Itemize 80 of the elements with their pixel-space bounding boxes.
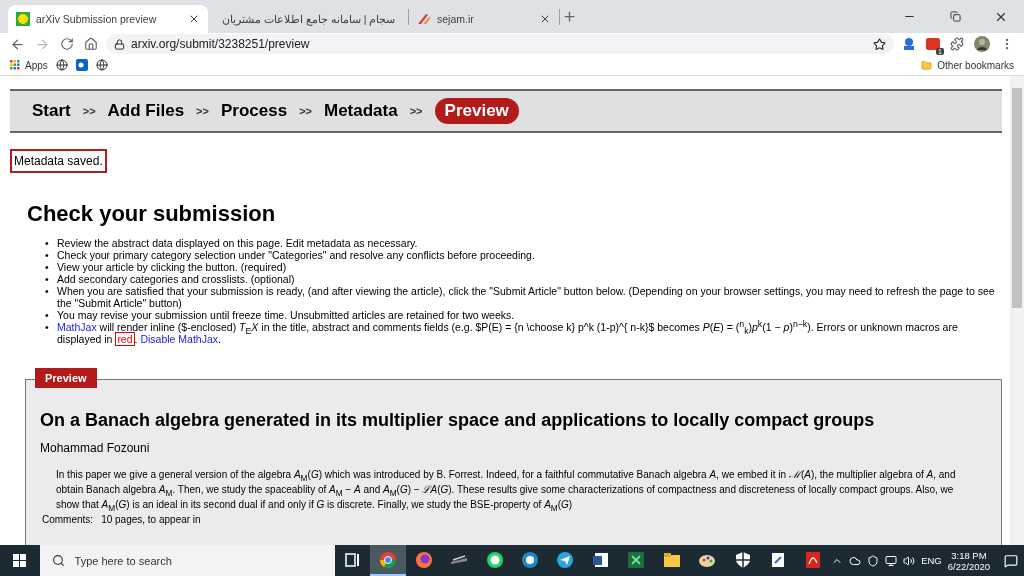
bullet: • — [45, 273, 50, 285]
bullet: • — [45, 285, 50, 299]
step-link[interactable]: Add Files — [107, 101, 185, 121]
address-bar[interactable]: arxiv.org/submit/3238251/preview — [106, 34, 894, 54]
bookmark-star-icon[interactable] — [873, 37, 886, 51]
step-separator: >> — [409, 105, 423, 117]
checklist-item: View your article by clicking the button. (required) — [57, 261, 287, 273]
step-separator: >> — [82, 105, 96, 117]
step-link[interactable]: Preview — [434, 98, 519, 124]
checklist-item: Review the abstract data displayed on this page. Edit metadata as necessary. — [57, 237, 418, 249]
checklist-item: Add secondary categories and crosslists. (optional) — [57, 273, 295, 285]
author-name: Mohammad Fozouni — [40, 441, 151, 455]
browser-icon — [379, 550, 398, 569]
checklist-item: MathJax will render inline ($-enclosed) T$_{E}$X in the title, abstract and comments fields (e.g. $P(E) = {n \choose k} p^k (1-p)^{ n-k}$ becomes P(E) = ($^{n}$$_{k}$)p$^{k}$(1 − p)$^{n−k}$). Errors or unknown macros are displayed in red . Disable MathJax. — [57, 321, 959, 345]
comments-label: Comments: — [42, 514, 94, 526]
extensions-button[interactable] — [948, 35, 966, 53]
cloud-icon[interactable] — [849, 554, 862, 567]
pdf-file-icon — [804, 550, 823, 569]
fox-browser-icon — [414, 550, 433, 569]
page-heading: Check your submission — [27, 201, 277, 227]
checklist-item: Check your primary category selection under "Categories" and resolve any conflicts before proceeding. — [57, 249, 535, 261]
document-icon — [591, 550, 610, 569]
shield-icon[interactable] — [867, 554, 880, 567]
apps-bookmark[interactable]: Apps — [10, 59, 48, 71]
home-button[interactable] — [82, 35, 100, 53]
section-label: Preview — [35, 368, 97, 388]
bullet: • — [45, 249, 50, 261]
status-message: Metadata saved. — [10, 149, 107, 173]
checklist-item: You may revise your submission until freeze time. Unsubmitted articles are retained for two weeks. — [57, 309, 515, 321]
volume-icon[interactable] — [903, 554, 916, 567]
browser-tab[interactable]: arXiv Submission preview — [8, 5, 208, 33]
step-separator: >> — [196, 105, 209, 117]
lock-icon — [114, 38, 125, 50]
bullet: • — [45, 321, 50, 335]
task-view-icon — [343, 550, 362, 569]
step-link[interactable]: Start — [32, 101, 71, 121]
browser-tab[interactable]: سجام | سامانه جامع اطلاعات مشتریان — [208, 5, 408, 33]
checklist-item: When you are satisfied that your submission is ready, (and after viewing the article), click the "Submit Article" button below. (Depending on your browser settings, you may need to refresh the page to see the "Submit Article" button) — [57, 285, 996, 309]
comments-text: 10 pages, to appear in — [101, 514, 201, 526]
profile-avatar[interactable] — [972, 34, 992, 54]
windows-logo-icon — [13, 554, 27, 567]
scrollbar[interactable] — [1010, 76, 1024, 545]
forward-arrow-icon — [35, 36, 50, 52]
bullet: • — [45, 261, 50, 273]
abstract-text: In this paper we give a general version of the algebra A$_{M}$(G) which was introduced by B. Forrest. Indeed, for a faithful commutative Banach algebra A, we embed it in ℳ(A), the multiplier algebra of A, and obtain Banach algebra A$_{M}$. Then, we study the spaceablity of A$_{M}$ − A and A$_{M}$(G) − ℒA(G). These results give some characterizations of compactness and discreteness of locally compact groups. Also, we show that A$_{M}$(G) is an ideal in its second dual if and only if G is discrete. Finally, we study the BSE-property of A$_{M}$(G) — [56, 468, 957, 512]
tab-title: sejam.ir — [437, 13, 475, 25]
grid-icon — [10, 60, 20, 70]
step-link[interactable]: Metadata — [324, 101, 398, 121]
search-icon — [51, 554, 65, 567]
mail-app-icon[interactable] — [75, 59, 88, 71]
spreadsheet-icon — [627, 550, 646, 569]
globe-icon[interactable] — [55, 59, 68, 71]
step-separator: >> — [299, 105, 312, 117]
link[interactable]: MathJax — [57, 321, 97, 333]
plus-icon — [562, 9, 577, 24]
browser-tab[interactable]: sejam.ir — [409, 5, 559, 33]
brush-favicon-icon — [417, 13, 431, 25]
article-title: On a Banach algebra generated in its multiplier space and applications to locally compact groups — [40, 410, 876, 431]
reload-button[interactable] — [58, 35, 76, 53]
folder-icon — [662, 550, 681, 569]
network-icon[interactable] — [885, 554, 898, 567]
shield-icon — [733, 550, 752, 569]
step-link[interactable]: Process — [220, 101, 288, 121]
close-icon[interactable] — [188, 13, 200, 25]
folder-icon — [921, 59, 933, 71]
other-bookmarks[interactable]: Other bookmarks — [921, 59, 1014, 71]
taskbar-search-field[interactable]: Type here to search — [39, 545, 336, 576]
tab-title: arXiv Submission preview — [36, 13, 158, 25]
bullet: • — [45, 237, 50, 249]
tab-title: سجام | سامانه جامع اطلاعات مشتریان — [222, 13, 396, 25]
bullet: • — [45, 309, 50, 321]
language-indicator[interactable]: ENG — [921, 555, 942, 566]
clock[interactable]: 3:18 PM 6/22/2020 — [947, 549, 991, 572]
close-icon[interactable] — [539, 13, 551, 25]
highlighted-word: red — [115, 332, 135, 346]
restore-icon — [949, 11, 961, 22]
globe-icon[interactable] — [95, 59, 108, 71]
paper-plane-icon — [556, 550, 575, 569]
notifications-icon[interactable] — [1004, 553, 1019, 568]
smiley-favicon-icon — [16, 12, 30, 26]
